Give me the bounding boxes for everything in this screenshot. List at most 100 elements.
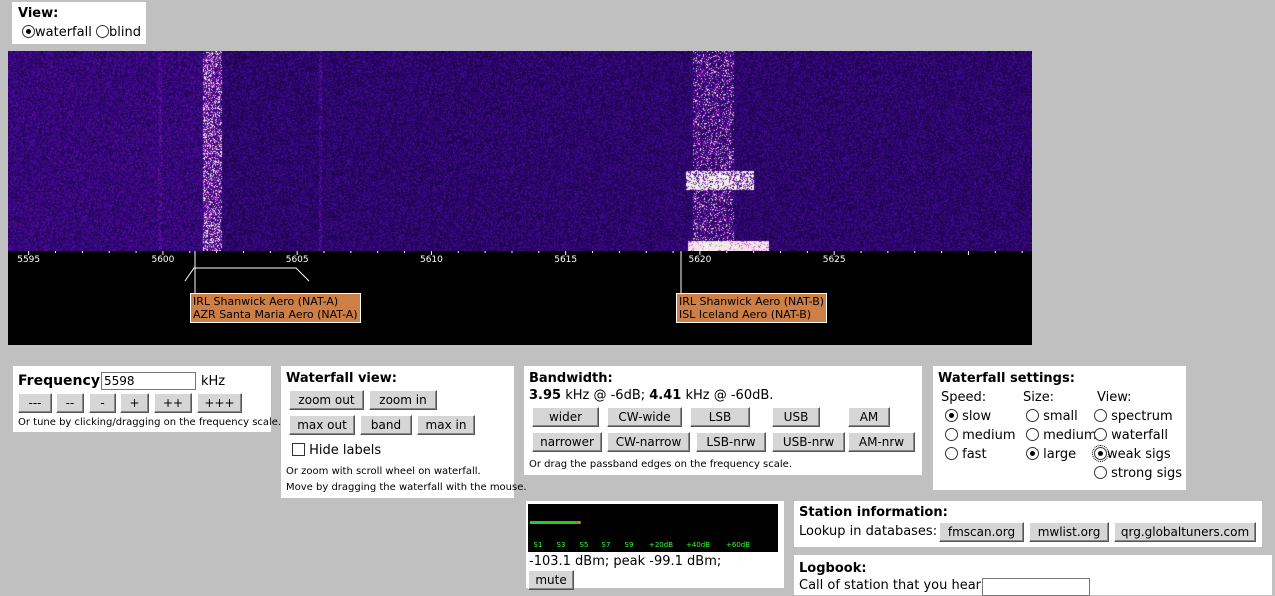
speed-label: Speed: — [941, 390, 987, 405]
zoom-hint: Or zoom with scroll wheel on waterfall. — [286, 466, 481, 477]
smeter-scale-label: S7 — [602, 541, 611, 549]
scale-tick-label: 5610 — [420, 255, 443, 265]
bandwidth-60db-value: 4.41 — [649, 388, 682, 403]
scale-tick-label: 5620 — [688, 255, 711, 265]
tune-down-3-button[interactable]: --- — [18, 393, 52, 413]
view-title: View: — [18, 6, 59, 21]
frequency-scale-svg: 5595 5600 5605 5610 5615 5620 5625 — [17, 251, 1023, 295]
band-button[interactable]: band — [360, 415, 412, 435]
size-medium-label: medium — [1043, 428, 1097, 443]
mute-button[interactable]: mute — [528, 570, 574, 590]
station-label-b-line1: IRL Shanwick Aero (NAT-B) — [679, 295, 825, 308]
usb-nrw-button[interactable]: USB-nrw — [772, 432, 845, 452]
speed-medium-radio[interactable] — [945, 428, 958, 441]
speed-medium-option[interactable]: medium — [945, 428, 1016, 443]
max-in-button[interactable]: max in — [417, 415, 475, 435]
smeter-panel: S1 S3 S5 S7 S9 +20dB +40dB +60dB -103.1 dBm; pe… — [526, 501, 784, 590]
view-strong-sigs-option[interactable]: strong sigs — [1094, 466, 1182, 481]
size-large-radio[interactable] — [1026, 447, 1039, 460]
frequency-title: Frequency: — [18, 373, 106, 389]
tune-down-2-button[interactable]: -- — [56, 393, 84, 413]
smeter-scale-label: +20dB — [649, 541, 673, 549]
waterfall-view-panel: Waterfall view: zoom out zoom in max out… — [281, 366, 527, 498]
hide-labels-text: Hide labels — [309, 443, 382, 458]
view-strong-sigs-radio[interactable] — [1094, 466, 1107, 479]
size-medium-radio[interactable] — [1026, 428, 1039, 441]
max-out-button[interactable]: max out — [289, 415, 355, 435]
bandwidth-hint: Or drag the passband edges on the freque… — [529, 459, 792, 470]
speed-fast-option[interactable]: fast — [945, 447, 987, 462]
view-waterfall-mode-option[interactable]: waterfall — [1094, 428, 1168, 443]
cw-narrow-button[interactable]: CW-narrow — [607, 432, 690, 452]
view-waterfall-option[interactable]: waterfall — [22, 25, 92, 40]
lsb-nrw-button[interactable]: LSB-nrw — [696, 432, 766, 452]
view-waterfall-mode-radio[interactable] — [1094, 428, 1107, 441]
tune-up-3-button[interactable]: +++ — [197, 393, 242, 413]
speed-fast-radio[interactable] — [945, 447, 958, 460]
usb-button[interactable]: USB — [772, 407, 820, 427]
station-info-title: Station information: — [799, 505, 948, 520]
station-label-b-line2: ISL Iceland Aero (NAT-B) — [679, 308, 812, 321]
waterfall-view-title: Waterfall view: — [286, 371, 397, 386]
size-small-label: small — [1043, 409, 1078, 424]
view-blind-option[interactable]: blind — [96, 25, 141, 40]
wider-button[interactable]: wider — [532, 407, 599, 427]
hide-labels-checkbox[interactable] — [292, 443, 305, 456]
size-medium-option[interactable]: medium — [1026, 428, 1097, 443]
scale-tick-label: 5605 — [286, 255, 309, 265]
station-label-a-line1: IRL Shanwick Aero (NAT-A) — [193, 295, 339, 308]
mwlist-button[interactable]: mwlist.org — [1029, 522, 1109, 542]
fmscan-button[interactable]: fmscan.org — [939, 522, 1024, 542]
view-spectrum-radio[interactable] — [1094, 409, 1107, 422]
view-weak-sigs-option[interactable]: weak sigs — [1092, 445, 1171, 462]
bandwidth-60db-text: kHz @ -60dB. — [681, 388, 774, 403]
smeter-reading: -103.1 dBm; peak -99.1 dBm; — [529, 554, 722, 569]
frequency-input[interactable] — [101, 372, 196, 390]
bandwidth-title: Bandwidth: — [529, 371, 613, 386]
tune-down-1-button[interactable]: - — [89, 393, 116, 413]
logbook-call-input[interactable] — [982, 578, 1090, 596]
view-blind-radio[interactable] — [96, 25, 109, 38]
view-mode-label: View: — [1097, 390, 1132, 405]
size-small-radio[interactable] — [1026, 409, 1039, 422]
speed-slow-option[interactable]: slow — [945, 409, 991, 424]
smeter-scale-label: S5 — [580, 541, 589, 549]
station-label-b[interactable]: IRL Shanwick Aero (NAT-B) ISL Iceland Ae… — [676, 293, 828, 323]
view-waterfall-radio[interactable] — [22, 25, 35, 38]
bandwidth-readout: 3.95 kHz @ -6dB; 4.41 kHz @ -60dB. — [529, 388, 773, 403]
frequency-unit: kHz — [201, 374, 226, 389]
view-spectrum-option[interactable]: spectrum — [1094, 409, 1173, 424]
tune-up-1-button[interactable]: + — [120, 393, 149, 413]
hide-labels-option[interactable]: Hide labels — [292, 443, 381, 458]
cw-wide-button[interactable]: CW-wide — [607, 407, 682, 427]
station-label-a[interactable]: IRL Shanwick Aero (NAT-A) AZR Santa Mari… — [190, 293, 361, 323]
logbook-title: Logbook: — [799, 561, 867, 576]
frequency-panel: Frequency: kHz --- -- - + ++ +++ Or tune… — [13, 366, 281, 432]
view-weak-sigs-radio[interactable] — [1092, 445, 1109, 462]
view-waterfall-label: waterfall — [35, 25, 92, 40]
am-button[interactable]: AM — [848, 407, 890, 427]
size-large-label: large — [1043, 447, 1077, 462]
scale-tick-label: 5600 — [151, 255, 174, 265]
speed-slow-label: slow — [962, 409, 992, 424]
waterfall-display[interactable] — [8, 51, 1032, 251]
zoom-out-button[interactable]: zoom out — [289, 390, 364, 410]
passband-shape[interactable] — [184, 267, 310, 282]
scale-tick-label: 5625 — [823, 255, 846, 265]
frequency-scale[interactable]: 5595 5600 5605 5610 5615 5620 5625 IRL Shanwic… — [8, 251, 1032, 345]
narrower-button[interactable]: narrower — [532, 432, 602, 452]
view-blind-label: blind — [109, 25, 141, 40]
speed-slow-radio[interactable] — [945, 409, 958, 422]
smeter-level-bar — [530, 521, 577, 524]
station-label-a-line2: AZR Santa Maria Aero (NAT-A) — [193, 308, 358, 321]
speed-fast-label: fast — [962, 447, 987, 462]
am-nrw-button[interactable]: AM-nrw — [848, 432, 915, 452]
view-strong-sigs-label: strong sigs — [1111, 466, 1183, 481]
globaltuners-button[interactable]: qrg.globaltuners.com — [1114, 522, 1256, 542]
bandwidth-6db-value: 3.95 — [529, 388, 562, 403]
tune-up-2-button[interactable]: ++ — [154, 393, 192, 413]
size-large-option[interactable]: large — [1026, 447, 1076, 462]
lsb-button[interactable]: LSB — [690, 407, 750, 427]
zoom-in-button[interactable]: zoom in — [369, 390, 437, 410]
size-small-option[interactable]: small — [1026, 409, 1078, 424]
